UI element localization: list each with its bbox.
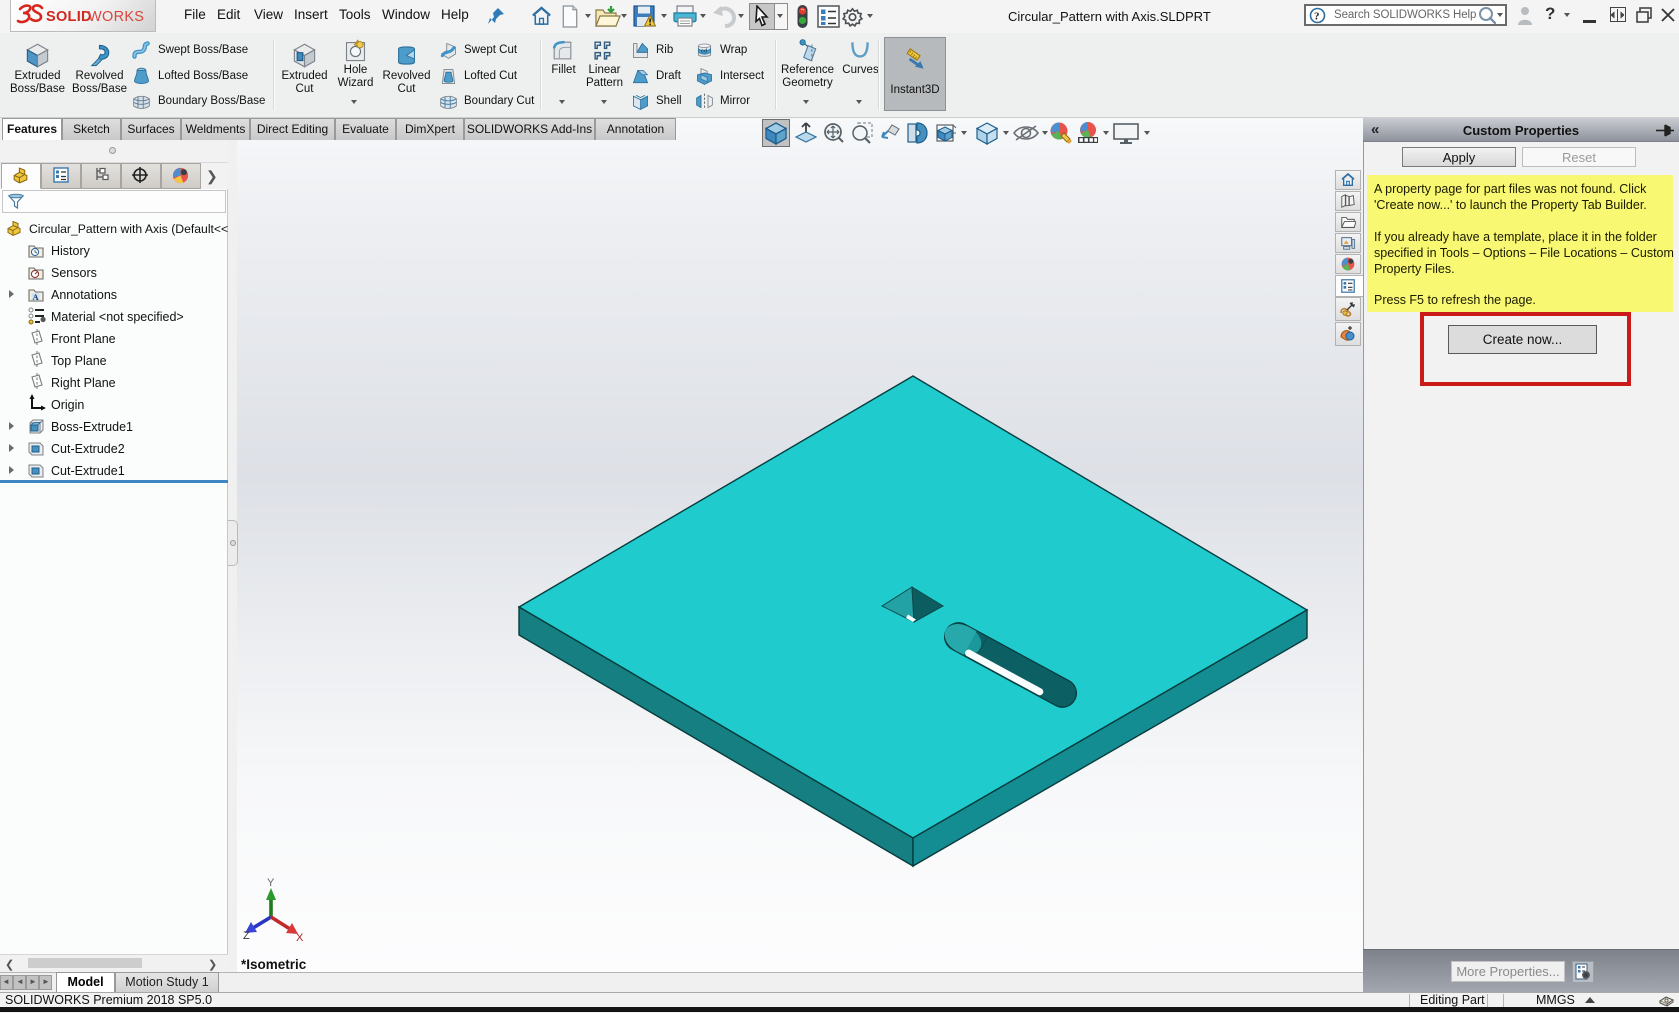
svg-text:SOLID: SOLID xyxy=(46,9,92,25)
svg-text:X: X xyxy=(296,932,304,944)
svg-text:Z: Z xyxy=(243,930,250,942)
svg-text:Y: Y xyxy=(267,877,275,889)
svg-text:WORKS: WORKS xyxy=(88,9,144,25)
svg-text:?: ? xyxy=(1314,11,1320,23)
svg-text:A: A xyxy=(33,292,40,302)
